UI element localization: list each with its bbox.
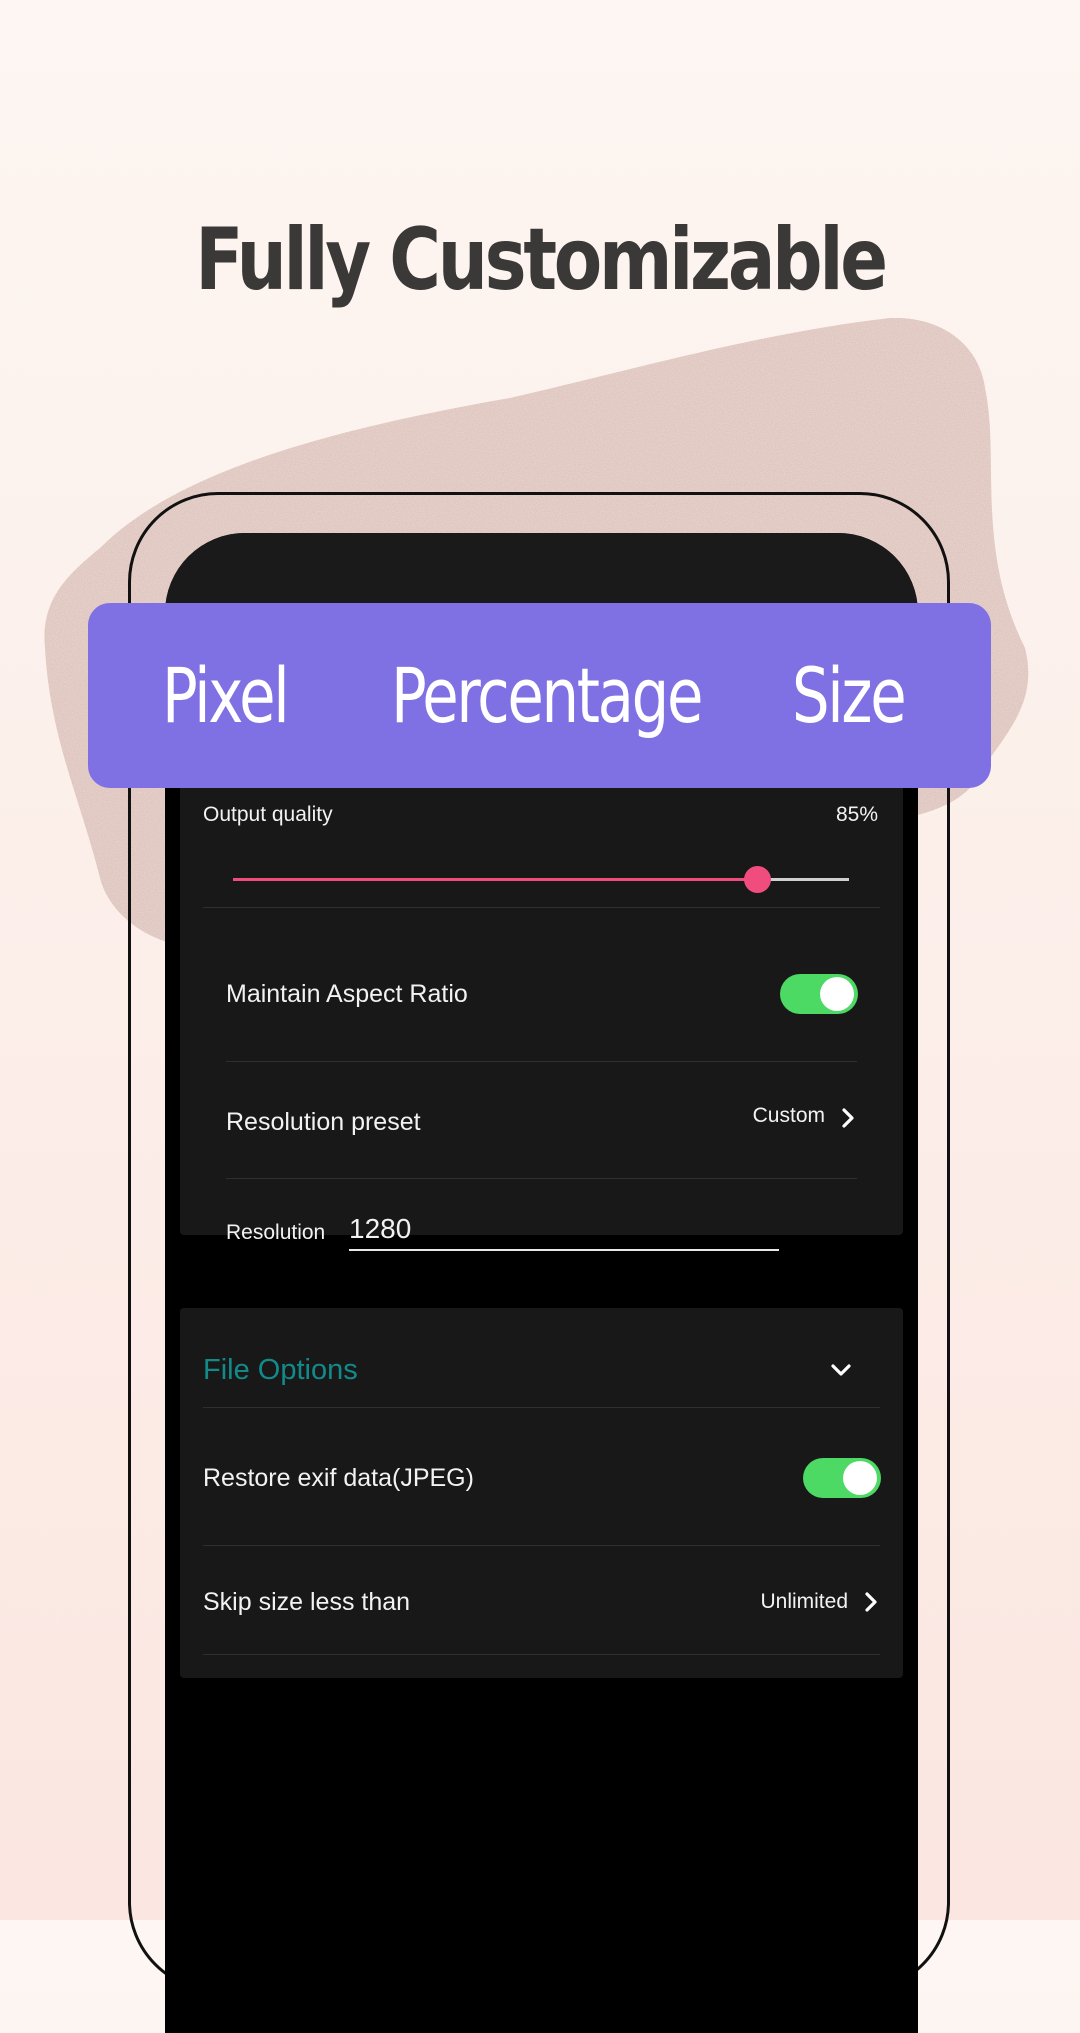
resize-mode-banner: Pixel Percentage Size	[88, 603, 991, 788]
restore-exif-toggle[interactable]	[803, 1458, 881, 1498]
skip-size-value: Unlimited	[760, 1590, 848, 1613]
output-quality-value: 85%	[835, 803, 878, 826]
restore-exif-label: Restore exif data(JPEG)	[203, 1464, 474, 1492]
divider	[226, 1061, 857, 1062]
maintain-aspect-ratio-label: Maintain Aspect Ratio	[226, 980, 468, 1008]
skip-size-selector[interactable]: Unlimited	[685, 1577, 888, 1627]
headline: Fully Customizable	[195, 210, 888, 310]
resize-mode-percentage[interactable]: Percentage	[391, 603, 703, 788]
divider	[203, 1654, 880, 1655]
maintain-aspect-ratio-toggle[interactable]	[780, 974, 858, 1014]
output-quality-slider[interactable]	[233, 866, 849, 894]
resolution-preset-selector[interactable]: Custom	[705, 1093, 865, 1143]
divider	[203, 1407, 880, 1408]
phone-top-bar	[165, 533, 918, 603]
resize-mode-size[interactable]: Size	[792, 603, 907, 788]
resolution-preset-label: Resolution preset	[226, 1108, 421, 1136]
divider	[203, 1545, 880, 1546]
skip-size-label: Skip size less than	[203, 1588, 411, 1616]
chevron-down-icon[interactable]	[828, 1357, 854, 1383]
resolution-preset-value: Custom	[752, 1104, 825, 1127]
toggle-knob	[843, 1461, 877, 1495]
output-quality-label: Output quality	[203, 803, 333, 826]
divider	[203, 907, 880, 908]
slider-fill	[233, 878, 757, 881]
file-options-title: File Options	[203, 1354, 358, 1386]
chevron-right-icon	[865, 1592, 877, 1612]
resize-mode-pixel[interactable]: Pixel	[162, 603, 290, 788]
divider	[226, 1178, 857, 1179]
chevron-right-icon	[842, 1108, 854, 1128]
slider-thumb[interactable]	[743, 866, 771, 893]
resolution-label: Resolution	[226, 1221, 326, 1244]
resolution-input[interactable]	[349, 1209, 779, 1251]
toggle-knob	[820, 977, 854, 1011]
